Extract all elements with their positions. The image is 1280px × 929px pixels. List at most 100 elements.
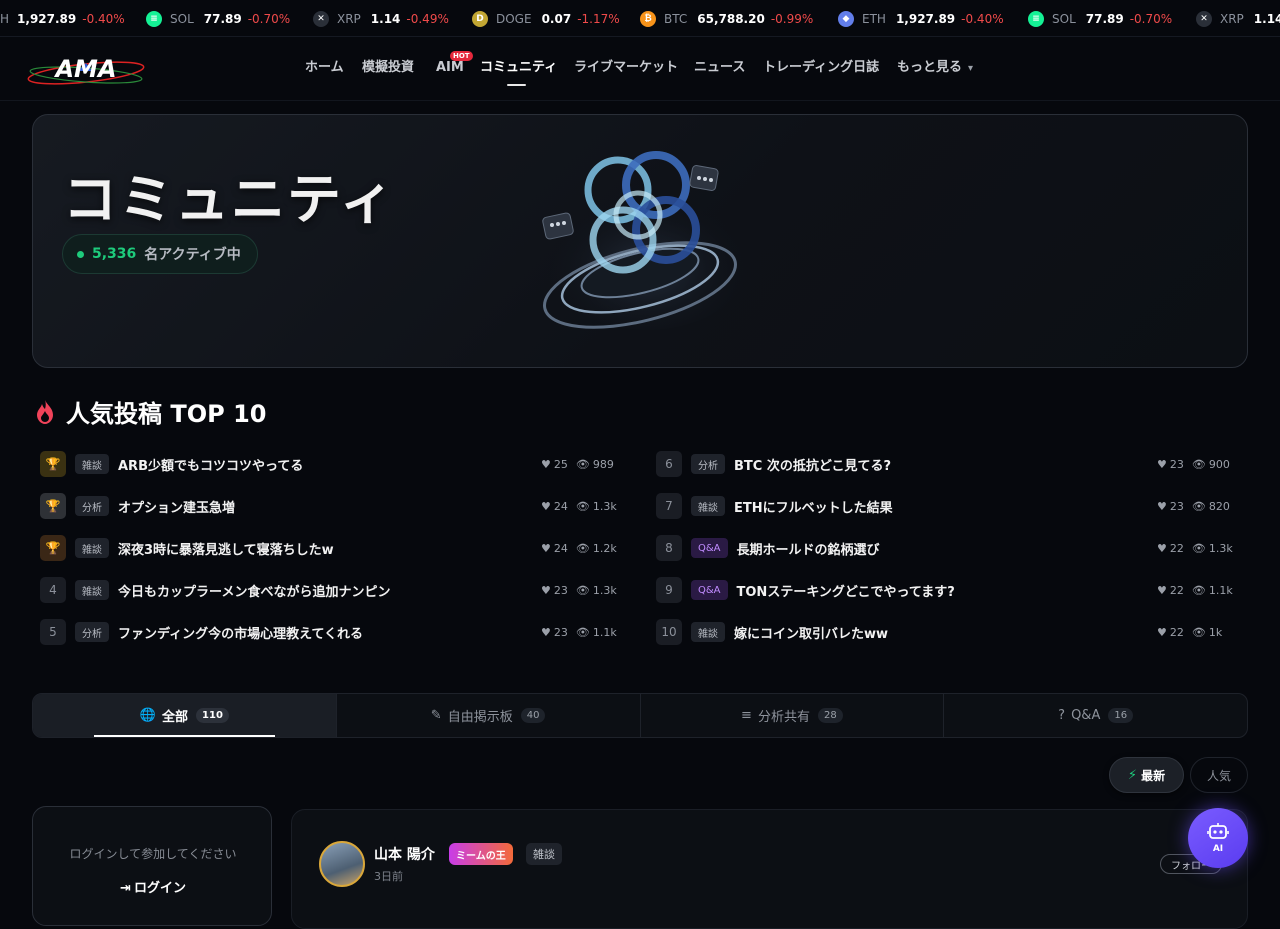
view-count: 1k [1208, 625, 1223, 639]
top10-item[interactable]: 🏆 分析 オプション建玉急増 [40, 492, 235, 520]
top10-item[interactable]: 4 雑談 今日もカップラーメン食べながら追加ナンピン [40, 576, 390, 604]
top10-post-title: ETHにフルベットした結果 [734, 500, 893, 516]
heart-icon: ♥ [541, 457, 551, 471]
ticker-item[interactable]: ₿ BTC 65,788.20 -0.99% [640, 0, 814, 36]
ticker-symbol-partial: H [0, 11, 10, 26]
top10-item[interactable]: 5 分析 ファンディング今の市場心理教えてくれる [40, 618, 363, 646]
nav-home[interactable]: ホーム [305, 37, 344, 101]
ticker-item[interactable]: ✕ XRP 1.14 -0.49% [313, 0, 449, 36]
like-count: 23 [1169, 457, 1184, 471]
tab-count: 16 [1108, 708, 1134, 723]
nav-more[interactable]: もっと見る ▾ [897, 37, 973, 101]
online-dot-icon [77, 250, 84, 258]
top10-post-title: オプション建玉急増 [118, 500, 236, 516]
tab-free-board[interactable]: ✎ 自由掲示板 40 [337, 694, 641, 737]
post-category-tag: Q&A [691, 580, 728, 600]
nav-community[interactable]: コミュニティ [480, 37, 557, 101]
top10-item[interactable]: 🏆 雑談 ARB少額でもコツコツやってる [40, 450, 303, 478]
top10-post-title: ARB少額でもコツコツやってる [118, 458, 304, 474]
ama-logo[interactable]: AMA [26, 51, 146, 87]
ticker-item[interactable]: H 1,927.89 -0.40% [0, 0, 125, 36]
ticker-symbol: SOL [170, 11, 194, 26]
heart-icon: ♥ [541, 541, 551, 555]
tab-analysis[interactable]: ≡ 分析共有 28 [641, 694, 945, 737]
top10-item[interactable]: 🏆 雑談 深夜3時に暴落見逃して寝落ちしたw [40, 534, 334, 562]
nav-aim[interactable]: AIM [436, 37, 464, 101]
trophy-icon: 🏆 [40, 493, 66, 519]
view-count: 989 [592, 457, 614, 471]
sort-popular-button[interactable]: 人気 [1190, 757, 1248, 793]
eye-icon: 👁 [1191, 457, 1206, 471]
like-count: 25 [553, 457, 568, 471]
top10-stats: ♥ 24 👁 1.3k [541, 492, 617, 520]
top10-title: 人気投稿 TOP 10 [66, 400, 267, 428]
view-count: 1.2k [592, 541, 617, 555]
community-rings-illustration [542, 151, 753, 330]
ticker-change: -0.99% [770, 11, 814, 26]
top10-stats: ♥ 22 👁 1k [1157, 618, 1222, 646]
post-category-tag: 分析 [75, 496, 109, 516]
ticker-item[interactable]: ✕ XRP 1.14 [1196, 0, 1280, 36]
eye-icon: 👁 [1191, 541, 1206, 555]
heart-icon: ♥ [541, 625, 551, 639]
main-nav: AMA ホーム 模擬投資 AIM コミュニティ ライブマーケット ニュース トレーディング日… [0, 37, 1280, 101]
trophy-icon: 🏆 [40, 535, 66, 561]
rank-number: 4 [40, 577, 66, 603]
sort-newest-label: 最新 [1141, 768, 1166, 783]
tab-label: 自由掲示板 [447, 710, 513, 725]
tab-all[interactable]: 🌐 全部 110 [33, 694, 337, 737]
top10-item[interactable]: 7 雑談 ETHにフルベットした結果 [656, 492, 893, 520]
top10-post-title: 嫁にコイン取引バレたww [734, 626, 889, 642]
nav-trading-journal[interactable]: トレーディング日誌 [763, 37, 879, 101]
top10-item[interactable]: 9 Q&A TONステーキングどこでやってます? [656, 576, 955, 604]
top10-item[interactable]: 6 分析 BTC 次の抵抗どこ見てる? [656, 450, 891, 478]
view-count: 1.3k [1208, 541, 1233, 555]
ai-assistant-button[interactable]: AI [1188, 808, 1248, 868]
ticker-change: -0.40% [961, 11, 1004, 26]
nav-news[interactable]: ニュース [694, 37, 745, 101]
trophy-icon: 🏆 [40, 451, 66, 477]
top10-item[interactable]: 10 雑談 嫁にコイン取引バレたww [656, 618, 888, 646]
ticker-symbol: XRP [337, 11, 361, 26]
eth-icon: ◆ [838, 10, 854, 27]
xrp-icon: ✕ [313, 10, 329, 27]
post-category-tag: 雑談 [75, 538, 109, 558]
tab-qa[interactable]: ? Q&A 16 [944, 694, 1247, 737]
post-author[interactable]: 山本 陽介 [374, 844, 435, 864]
post-card[interactable]: 山本 陽介 ミームの王 雑談 3日前 フォロー [291, 809, 1248, 929]
top10-item[interactable]: 8 Q&A 長期ホールドの銘柄選び [656, 534, 880, 562]
heart-icon: ♥ [1157, 625, 1167, 639]
post-category-tag: 雑談 [691, 496, 725, 516]
eye-icon: 👁 [1191, 583, 1206, 597]
fire-icon [37, 399, 53, 424]
heart-icon: ♥ [1157, 499, 1167, 513]
login-button[interactable]: ⇥ ログイン [33, 877, 273, 896]
view-count: 1.3k [592, 499, 617, 513]
avatar[interactable] [319, 841, 365, 887]
nav-news-label: ニュース [694, 60, 746, 75]
ticker-price: 1,927.89 [17, 11, 77, 26]
ticker-item[interactable]: ◆ ETH 1,927.89 -0.40% [838, 0, 1004, 36]
tab-count: 28 [817, 708, 843, 723]
nav-aim-label: AIM [436, 60, 464, 75]
ticker-change: -0.70% [247, 11, 291, 26]
sol-icon: ≡ [146, 10, 162, 27]
tab-count: 110 [196, 708, 229, 723]
eye-icon: 👁 [1191, 625, 1206, 639]
nav-simulated-trading[interactable]: 模擬投資 [362, 37, 414, 101]
ticker-price: 0.07 [541, 11, 572, 26]
top10-post-title: ファンディング今の市場心理教えてくれる [118, 626, 364, 642]
top10-stats: ♥ 24 👁 1.2k [541, 534, 617, 562]
view-count: 900 [1208, 457, 1230, 471]
nav-community-label: コミュニティ [480, 60, 558, 75]
top10-stats: ♥ 23 👁 1.1k [541, 618, 617, 646]
bolt-icon: ⚡ [1127, 767, 1138, 783]
ticker-item[interactable]: D DOGE 0.07 -1.17% [472, 0, 620, 36]
login-card: ログインして参加してください ⇥ ログイン [32, 806, 272, 926]
sort-newest-button[interactable]: ⚡ 最新 [1109, 757, 1184, 793]
active-count: 5,336 [92, 246, 137, 262]
ticker-item[interactable]: ≡ SOL 77.89 -0.70% [1028, 0, 1172, 36]
login-icon: ⇥ [120, 881, 131, 896]
ticker-item[interactable]: ≡ SOL 77.89 -0.70% [146, 0, 291, 36]
nav-live-market[interactable]: ライブマーケット [574, 37, 678, 101]
